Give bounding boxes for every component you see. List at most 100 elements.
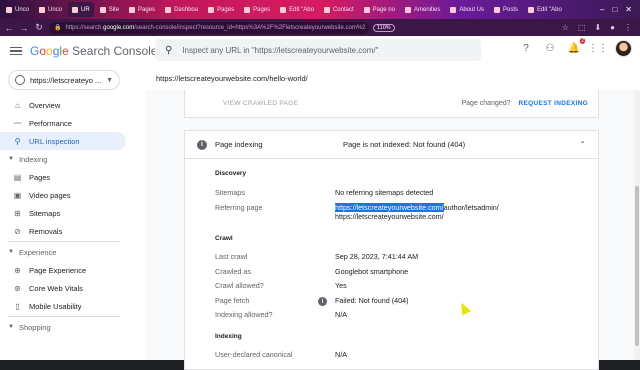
url-inspect-search[interactable]: ⚲ Inspect any URL in "https://letscreate… — [155, 39, 481, 61]
indexing-allowed-value: N/A — [335, 310, 347, 319]
crawl-allowed-value: Yes — [335, 281, 347, 290]
product-logo[interactable]: Google Search Console — [30, 44, 157, 58]
sidebar-divider — [8, 316, 120, 317]
indexing-allowed-row: Indexing allowed? N/A — [215, 310, 585, 322]
minimize-icon[interactable]: – — [600, 5, 604, 14]
chevron-up-icon[interactable]: ⌃ — [579, 140, 586, 149]
reload-icon[interactable]: ↻ — [33, 22, 45, 33]
tab-label: Posts — [503, 6, 519, 13]
sidebar-divider — [8, 241, 120, 242]
sidebar-section-experience[interactable]: ▼ Experience — [0, 243, 126, 261]
notifications-bell-icon[interactable]: 🔔 2 — [567, 37, 585, 56]
browser-tab[interactable]: About Us — [446, 2, 488, 17]
sidebar-item-removals[interactable]: ⊘ Removals — [0, 222, 126, 240]
sidebar-section-title: Experience — [18, 247, 57, 257]
url-bar[interactable]: 🔒 https://search. google.com/search-conso… — [49, 21, 369, 34]
tab-label: Pages — [138, 6, 156, 13]
browser-tab[interactable]: Dashboa — [161, 2, 202, 17]
tab-list: Unco Unco UR Site Pages Dashboa Pages Pages Edit… — [0, 2, 566, 17]
sidebar-item-performance[interactable]: 〰 Performance — [0, 114, 126, 132]
mobile-usability-icon: ▯ — [15, 301, 20, 311]
apps-grid-icon[interactable]: ⋮⋮ — [588, 42, 608, 56]
sidebar-item-page-experience[interactable]: ⊕ Page Experience — [0, 261, 126, 279]
sidebar-item-pages[interactable]: ▤ Pages — [0, 168, 126, 186]
zoom-level[interactable]: 110% — [373, 23, 395, 32]
sidebar-item-label: Removals — [29, 226, 63, 236]
tab-label: Edit "Abo — [289, 6, 314, 13]
sidebar-item-core-web-vitals[interactable]: ⊛ Core Web Vitals — [0, 279, 126, 297]
tab-favicon-icon — [129, 6, 136, 13]
sidebar-item-video-pages[interactable]: ▣ Video pages — [0, 186, 126, 204]
property-selector[interactable]: https://letscreateyo ... ▼ — [8, 70, 120, 90]
manage-users-icon[interactable]: ⚇ — [543, 42, 557, 56]
canonical-label: User-declared canonical — [215, 350, 293, 359]
download-icon[interactable]: ⬇ — [594, 23, 601, 32]
browser-tab[interactable]: Page no — [360, 2, 399, 17]
page-fetch-label: Page fetch — [215, 296, 250, 305]
page-indexing-title: Page indexing — [215, 140, 263, 149]
sidebar-item-overview[interactable]: ⌂ Overview — [0, 96, 126, 114]
last-crawl-value: Sep 28, 2023, 7:41:44 AM — [335, 252, 419, 261]
browser-tab[interactable]: Edit "Abo — [524, 2, 566, 17]
page-experience-icon: ⊕ — [14, 265, 21, 275]
menu-icon[interactable] — [10, 46, 22, 56]
sidebar-section-shopping[interactable]: ▼ Shopping — [0, 318, 126, 336]
browser-tab[interactable]: Posts — [490, 2, 522, 17]
crawled-page-card: VIEW CRAWLED PAGE Page changed? REQUEST … — [184, 90, 599, 118]
view-crawled-page-button[interactable]: VIEW CRAWLED PAGE — [223, 100, 298, 107]
tab-favicon-icon — [450, 6, 457, 13]
sidebar-section-indexing[interactable]: ▼ Indexing — [0, 150, 126, 168]
inspection-content: VIEW CRAWLED PAGE Page changed? REQUEST … — [146, 90, 640, 370]
tab-favicon-icon — [165, 6, 172, 13]
sidebar-item-label: URL inspection — [29, 136, 80, 146]
scrollbar-thumb[interactable] — [635, 186, 639, 346]
crawl-allowed-row: Crawl allowed? Yes — [215, 281, 585, 293]
browser-tab[interactable]: Site — [96, 2, 123, 17]
sidebar-item-label: Pages — [29, 172, 51, 182]
browser-tab[interactable]: Pages — [204, 2, 238, 17]
browser-tab[interactable]: Contact — [320, 2, 358, 17]
browser-tab[interactable]: Pages — [125, 2, 159, 17]
page-changed-text: Page changed? — [461, 100, 511, 107]
crawled-as-row: Crawled as Googlebot smartphone — [215, 267, 585, 279]
tab-favicon-icon — [280, 6, 287, 13]
browser-tab[interactable]: Amenities — [401, 2, 444, 17]
sidebar-item-label: Video pages — [29, 190, 71, 200]
scrollbar[interactable] — [634, 90, 640, 360]
browser-tab[interactable]: Pages — [240, 2, 274, 17]
indexing-allowed-label: Indexing allowed? — [215, 310, 273, 319]
maximize-icon[interactable]: □ — [612, 5, 617, 14]
browser-tab[interactable]: Unco — [35, 2, 66, 17]
sidebar-item-url-inspection[interactable]: ⚲ URL inspection — [0, 132, 126, 150]
tab-favicon-icon — [494, 6, 501, 13]
browser-menu-icon[interactable]: ⋮ — [624, 23, 632, 32]
referring-page-value-2[interactable]: https://letscreateyourwebsite.com/ — [335, 212, 444, 221]
extensions-icon[interactable]: ⬚ — [578, 23, 586, 32]
selected-text: https://letscreateyourwebsite.com/ — [335, 203, 444, 212]
referring-page-rest: author/letsadmin/ — [443, 203, 499, 212]
profile-icon[interactable]: ● — [610, 23, 615, 32]
avatar[interactable] — [615, 40, 632, 57]
browser-tab[interactable]: Unco — [2, 2, 33, 17]
referring-page-value[interactable]: https://letscreateyourwebsite.com/author… — [335, 203, 499, 212]
request-indexing-button[interactable]: REQUEST INDEXING — [519, 100, 588, 107]
page-indexing-header[interactable]: i Page indexing Page is not indexed: Not… — [185, 131, 598, 159]
sidebar-item-sitemaps[interactable]: ⊞ Sitemaps — [0, 204, 126, 222]
browser-tab[interactable]: Edit "Abo — [276, 2, 318, 17]
help-icon[interactable]: ? — [519, 42, 533, 56]
page-fetch-row: Page fetch i Failed: Not found (404) — [215, 296, 585, 308]
search-icon: ⚲ — [14, 136, 21, 146]
forward-icon[interactable]: → — [18, 23, 30, 33]
url-inspect-placeholder: Inspect any URL in "https://letscreateyo… — [182, 45, 379, 55]
browser-tab[interactable]: UR — [68, 2, 94, 17]
bookmark-star-icon[interactable]: ☆ — [562, 23, 569, 32]
back-icon[interactable]: ← — [3, 23, 15, 33]
browser-tab-strip: Unco Unco UR Site Pages Dashboa Pages Pages Edit… — [0, 0, 640, 19]
tab-label: UR — [81, 6, 90, 13]
crawled-as-label: Crawled as — [215, 267, 251, 276]
info-icon: i — [197, 139, 207, 150]
sidebar-item-mobile-usability[interactable]: ▯ Mobile Usability — [0, 297, 126, 315]
tab-label: Amenities — [413, 6, 441, 13]
close-window-icon[interactable]: ✕ — [625, 5, 632, 14]
info-icon[interactable]: i — [318, 297, 327, 306]
